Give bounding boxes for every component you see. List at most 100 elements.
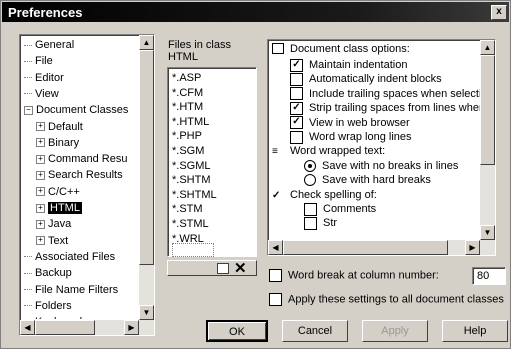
tree-item[interactable]: Keyboard [24, 316, 82, 319]
close-button[interactable]: x [491, 5, 507, 20]
tree-item[interactable]: + Command Resu [36, 153, 127, 165]
option-row[interactable]: ✓ View in web browser [290, 116, 410, 130]
option-checkbox[interactable] [290, 130, 303, 144]
option-label: View in web browser [309, 116, 410, 129]
help-button[interactable]: Help [442, 320, 508, 342]
collapse-minus-icon[interactable]: − [24, 105, 33, 115]
option-row[interactable]: Save with hard breaks [304, 173, 431, 187]
apply-button[interactable]: Apply [362, 320, 428, 342]
tree-item-label: Backup [35, 267, 72, 280]
category-tree[interactable]: General File Editor View − Document Classes + D… [19, 34, 155, 336]
file-type-item[interactable]: *.SGML [172, 160, 211, 172]
delete-x-icon[interactable]: ✕ [234, 259, 247, 277]
files-label-line2: HTML [168, 51, 198, 63]
tree-item[interactable]: File Name Filters [24, 284, 118, 296]
option-checkbox[interactable] [304, 216, 317, 230]
h-scroll-thumb[interactable] [35, 320, 95, 335]
word-break-column-input[interactable]: 80 [472, 267, 506, 285]
word-wrap-icon: ≡ [272, 146, 278, 158]
tree-item[interactable]: File [24, 55, 53, 67]
tree-item[interactable]: Associated Files [24, 251, 115, 263]
h-scroll-thumb[interactable] [283, 240, 448, 255]
scroll-down-arrow-icon[interactable]: ▼ [139, 305, 154, 320]
option-row[interactable]: Save with no breaks in lines [304, 159, 458, 173]
options-vertical-scrollbar[interactable]: ▲ ▼ [480, 40, 495, 240]
cancel-button[interactable]: Cancel [282, 320, 348, 342]
file-type-item[interactable]: *.STML [172, 218, 209, 230]
scroll-thumb[interactable] [480, 55, 495, 165]
option-radio[interactable] [304, 174, 316, 187]
option-checkbox[interactable] [290, 72, 303, 86]
option-label: Str [323, 217, 338, 230]
file-type-item[interactable]: *.PHP [172, 130, 202, 142]
option-checkbox[interactable] [304, 202, 317, 216]
tree-item[interactable]: View [24, 88, 59, 100]
file-type-item[interactable]: *.CFM [172, 87, 203, 99]
option-radio[interactable] [304, 159, 316, 172]
tree-vertical-scrollbar[interactable]: ▲ ▼ [139, 35, 154, 320]
file-types-list[interactable]: *.ASP *.CFM *.HTM *.HTML *.PHP *.SGM *.SGML *.S… [167, 67, 257, 257]
option-checkbox[interactable]: ✓ [290, 101, 303, 115]
ok-button[interactable]: OK [206, 320, 268, 342]
expand-plus-icon[interactable]: + [36, 187, 45, 197]
tree-item[interactable]: + Text [36, 235, 68, 247]
option-row[interactable]: Str [304, 216, 337, 230]
option-checkbox[interactable] [290, 87, 303, 101]
tree-item[interactable]: General [24, 39, 74, 51]
tree-item[interactable]: + C/C++ [36, 186, 80, 198]
expand-plus-icon[interactable]: + [36, 236, 45, 246]
scroll-up-arrow-icon[interactable]: ▲ [480, 40, 495, 55]
tree-item[interactable]: Folders [24, 300, 72, 312]
apply-all-checkbox[interactable] [269, 293, 282, 306]
title-bar[interactable]: Preferences x [2, 2, 509, 22]
tree-item[interactable]: + Search Results [36, 169, 123, 181]
option-checkbox[interactable]: ✓ [290, 116, 303, 130]
file-type-item[interactable]: *.HTM [172, 101, 203, 113]
scroll-thumb[interactable] [139, 50, 154, 265]
option-row[interactable]: ✓ Strip trailing spaces from lines when s… [290, 101, 480, 115]
expand-plus-icon[interactable]: + [36, 219, 45, 229]
tree-item[interactable]: + Java [36, 218, 71, 230]
expand-plus-icon[interactable]: + [36, 138, 45, 148]
file-type-item[interactable]: *.SHTML [172, 189, 217, 201]
option-row[interactable]: Word wrap long lines [290, 130, 412, 144]
tree-item[interactable]: − Document Classes [24, 104, 128, 116]
file-type-item[interactable]: *.HTML [172, 116, 209, 128]
tree-item-label: Binary [48, 136, 80, 149]
option-row[interactable]: Include trailing spaces when selecting w [290, 87, 480, 101]
file-type-item[interactable]: *.SHTM [172, 174, 211, 186]
expand-plus-icon[interactable]: + [36, 154, 45, 164]
options-horizontal-scrollbar[interactable]: ◀ ▶ [268, 240, 495, 255]
tree-item[interactable]: + HTML [36, 202, 82, 214]
tree-connector [24, 305, 32, 307]
tree-item[interactable]: + Binary [36, 137, 79, 149]
expand-plus-icon[interactable]: + [36, 122, 45, 132]
word-break-checkbox[interactable] [269, 269, 282, 282]
scroll-right-arrow-icon[interactable]: ▶ [465, 240, 480, 255]
scroll-right-arrow-icon[interactable]: ▶ [124, 320, 139, 335]
new-file-type-entry[interactable] [172, 243, 214, 257]
tree-item-label: Editor [35, 71, 64, 84]
files-label-line1: Files in class [168, 39, 231, 51]
tree-item[interactable]: Editor [24, 72, 64, 84]
new-entry-icon[interactable] [217, 263, 229, 274]
file-type-item[interactable]: *.ASP [172, 72, 201, 84]
tree-item[interactable]: + Default [36, 121, 83, 133]
scroll-down-arrow-icon[interactable]: ▼ [480, 225, 495, 240]
scroll-left-arrow-icon[interactable]: ◀ [268, 240, 283, 255]
file-type-item[interactable]: *.STM [172, 203, 203, 215]
expand-plus-icon[interactable]: + [36, 203, 45, 213]
option-row[interactable]: Automatically indent blocks [290, 72, 442, 86]
option-row[interactable]: ✓ Maintain indentation [290, 58, 407, 72]
file-type-item[interactable]: *.SGM [172, 145, 204, 157]
expand-plus-icon[interactable]: + [36, 170, 45, 180]
tree-horizontal-scrollbar[interactable]: ◀ ▶ [20, 320, 154, 335]
scroll-left-arrow-icon[interactable]: ◀ [20, 320, 35, 335]
tree-item[interactable]: Backup [24, 267, 72, 279]
option-checkbox[interactable]: ✓ [290, 58, 303, 72]
tree-item-label: HTML [48, 202, 82, 214]
option-label: Check spelling of: [290, 188, 377, 201]
scroll-up-arrow-icon[interactable]: ▲ [139, 35, 154, 50]
option-row[interactable]: Comments [304, 202, 376, 216]
tree-item-label: File [35, 55, 53, 68]
